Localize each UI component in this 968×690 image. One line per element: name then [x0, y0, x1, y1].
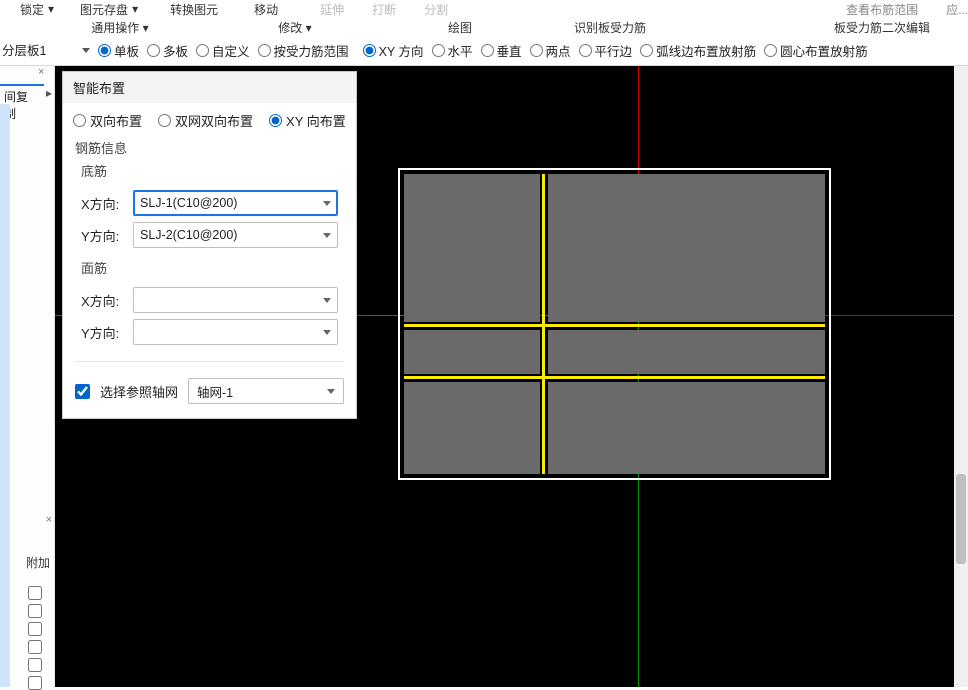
green-stub-left	[353, 315, 398, 316]
smart-layout-panel: 智能布置 双向布置 双网双向布置 XY 向布置 钢筋信息 底筋 X方向: SLJ…	[62, 71, 357, 419]
bottom-rebar-label: 底筋	[63, 157, 356, 180]
ribbon-groups: 通用操作 ▾ 修改 ▾ 绘图 识别板受力筋 板受力筋二次编辑	[0, 18, 968, 36]
slab-cell	[548, 330, 825, 374]
radio-parallel-edge[interactable]: 平行边	[579, 41, 633, 60]
y-bottom-value: SLJ-2(C10@200)	[140, 228, 237, 242]
group-detect: 识别板受力筋	[574, 21, 646, 35]
radio-horizontal[interactable]: 水平	[432, 41, 473, 60]
rebar-info-label: 钢筋信息	[63, 134, 356, 157]
chevron-down-icon[interactable]	[323, 298, 331, 303]
more-icon[interactable]: ▸	[44, 84, 54, 104]
chevron-down-icon[interactable]: ▾	[306, 21, 312, 35]
chevron-down-icon[interactable]	[323, 233, 331, 238]
chevron-down-icon[interactable]	[323, 330, 331, 335]
break-fragment: 打断	[372, 1, 396, 18]
check-range-fragment[interactable]: 查看布筋范围	[846, 1, 918, 18]
x-dir-label: X方向:	[81, 194, 127, 213]
left-sidebar: × 间复制 ▸ × 附加	[0, 66, 55, 687]
chevron-down-icon[interactable]: ▾	[143, 21, 149, 35]
reference-axis-row: 选择参照轴网 轴网-1	[63, 368, 356, 418]
chevron-down-icon[interactable]	[323, 201, 331, 206]
layer-combo[interactable]: 分层板1	[2, 40, 80, 62]
slab-cell	[404, 174, 540, 322]
y-top-combo[interactable]	[133, 319, 338, 345]
attach-check-6[interactable]	[28, 676, 42, 690]
radio-two-points[interactable]: 两点	[530, 41, 571, 60]
slab-cell	[404, 382, 540, 474]
rebar-line-horizontal	[404, 324, 825, 327]
radio-doublenet-bidir[interactable]: 双网双向布置	[158, 111, 253, 130]
close-icon[interactable]: ×	[46, 514, 52, 526]
top-rebar-label: 面筋	[63, 258, 356, 277]
x-bottom-value: SLJ-1(C10@200)	[140, 196, 237, 210]
attach-check-4[interactable]	[28, 640, 42, 654]
y-dir-label: Y方向:	[81, 323, 127, 342]
radio-xy[interactable]: XY 方向	[363, 41, 424, 60]
chevron-down-icon[interactable]	[82, 48, 90, 53]
scrollbar-thumb[interactable]	[956, 474, 966, 564]
y-bottom-combo[interactable]: SLJ-2(C10@200)	[133, 222, 338, 248]
slab-outline	[398, 168, 831, 480]
convert-fragment[interactable]: 转换图元	[170, 1, 218, 18]
ref-axis-combo[interactable]: 轴网-1	[188, 378, 344, 404]
close-icon[interactable]: ×	[38, 66, 50, 78]
radio-arc-edge-radial[interactable]: 弧线边布置放射筋	[640, 41, 756, 60]
attach-check-5[interactable]	[28, 658, 42, 672]
ref-axis-checkbox[interactable]	[75, 384, 90, 399]
group-draw: 绘图	[448, 21, 472, 35]
slab-cell	[404, 330, 540, 374]
group-common-ops[interactable]: 通用操作	[91, 21, 139, 35]
slab-cell	[548, 174, 825, 322]
ref-axis-label: 选择参照轴网	[100, 382, 178, 401]
separator	[75, 361, 344, 362]
save-el-fragment[interactable]: 图元存盘	[80, 1, 128, 18]
tab-between-copy[interactable]: 间复制	[0, 84, 44, 104]
x-bottom-combo[interactable]: SLJ-1(C10@200)	[133, 190, 338, 216]
radio-center-radial[interactable]: 圆心布置放射筋	[764, 41, 868, 60]
attach-checkboxes	[28, 586, 42, 690]
vertical-scrollbar[interactable]	[954, 66, 968, 687]
attach-label: 附加	[26, 554, 50, 571]
group-modify[interactable]: 修改	[278, 21, 302, 35]
bottom-rebar-group: X方向: SLJ-1(C10@200) Y方向: SLJ-2(C10@200)	[63, 180, 356, 258]
x-top-combo[interactable]	[133, 287, 338, 313]
attach-check-2[interactable]	[28, 604, 42, 618]
radio-xy-layout[interactable]: XY 向布置	[269, 111, 346, 130]
radio-single-board[interactable]: 单板	[98, 41, 139, 60]
move-fragment[interactable]: 移动	[254, 1, 278, 18]
layout-mode-radios: 双向布置 双网双向布置 XY 向布置	[63, 103, 356, 134]
split-fragment: 分割	[424, 1, 448, 18]
sidebar-tabstrip: 间复制 ▸	[0, 84, 54, 104]
attach-check-3[interactable]	[28, 622, 42, 636]
direction-radios: XY 方向 水平 垂直 两点 平行边 弧线边布置放射筋 圆心布置放射筋	[363, 41, 874, 60]
ref-axis-value: 轴网-1	[197, 382, 233, 401]
extend-fragment: 延伸	[320, 1, 344, 18]
rebar-line-horizontal	[404, 376, 825, 379]
apply-fragment[interactable]: 应...	[946, 1, 968, 18]
sidebar-bluebar	[0, 104, 10, 687]
top-rebar-group: X方向: Y方向:	[63, 277, 356, 355]
y-dir-label: Y方向:	[81, 226, 127, 245]
lock-fragment[interactable]: 锁定	[20, 1, 44, 18]
radio-by-rebar-range[interactable]: 按受力筋范围	[258, 41, 349, 60]
slab-cell	[548, 382, 825, 474]
radio-custom[interactable]: 自定义	[196, 41, 250, 60]
group-secondedit: 板受力筋二次编辑	[834, 21, 930, 35]
panel-title: 智能布置	[63, 72, 356, 103]
ribbon-fragments: 锁定 ▾ 图元存盘 ▾ 转换图元 移动 延伸 打断 分割 查看布筋范围 应...	[0, 0, 968, 18]
radio-multi-board[interactable]: 多板	[147, 41, 188, 60]
x-dir-label: X方向:	[81, 291, 127, 310]
radio-bidirectional[interactable]: 双向布置	[73, 111, 142, 130]
radio-vertical[interactable]: 垂直	[481, 41, 522, 60]
options-toolbar: 分层板1 单板 多板 自定义 按受力筋范围 XY 方向 水平 垂直 两点 平行边…	[0, 36, 968, 66]
chevron-down-icon[interactable]	[327, 389, 335, 394]
board-scope-radios: 单板 多板 自定义 按受力筋范围	[98, 41, 355, 60]
attach-check-1[interactable]	[28, 586, 42, 600]
